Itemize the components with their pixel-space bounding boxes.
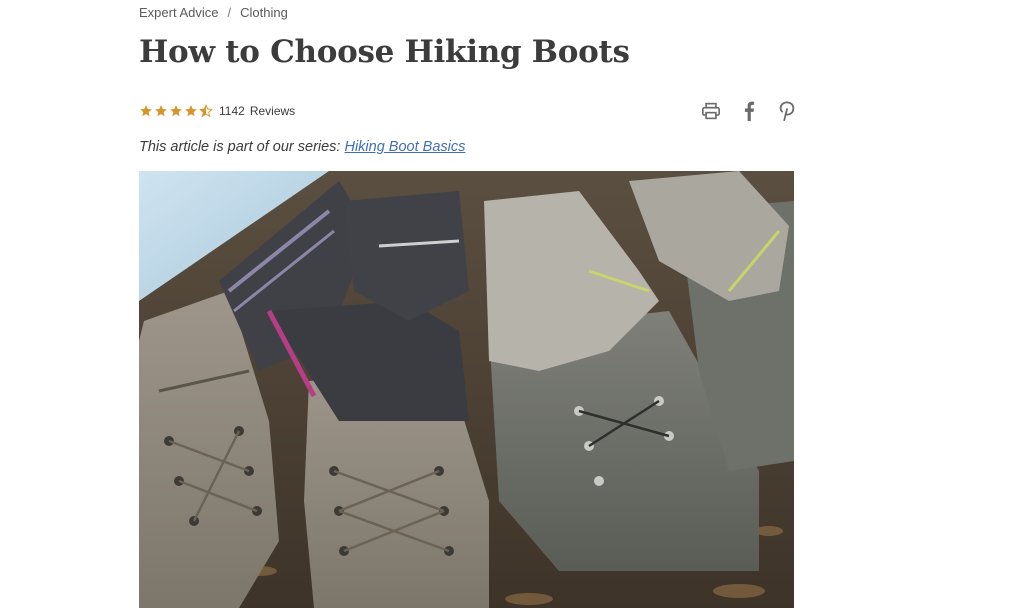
star-icon [169,104,183,118]
star-rating [139,104,213,118]
star-icon [184,104,198,118]
breadcrumb-clothing[interactable]: Clothing [240,5,288,20]
rating-summary[interactable]: 1142 Reviews [139,104,295,118]
series-note: This article is part of our series: Hikin… [139,139,465,155]
star-icon [154,104,168,118]
series-link[interactable]: Hiking Boot Basics [344,139,465,155]
hero-image [139,171,794,608]
star-icon [139,104,153,118]
series-prefix: This article is part of our series: [139,139,341,155]
pinterest-icon[interactable] [776,100,798,122]
print-icon[interactable] [700,100,722,122]
review-count: 1142 [219,104,245,118]
share-toolbar [700,100,798,122]
breadcrumb-expert-advice[interactable]: Expert Advice [139,5,219,20]
article-page: Expert Advice / Clothing How to Choose H… [0,0,1024,615]
star-half-icon [199,104,213,118]
facebook-icon[interactable] [738,100,760,122]
breadcrumb: Expert Advice / Clothing [139,5,288,20]
reviews-label: Reviews [249,104,296,118]
page-title: How to Choose Hiking Boots [139,34,630,70]
breadcrumb-separator: / [227,5,232,20]
